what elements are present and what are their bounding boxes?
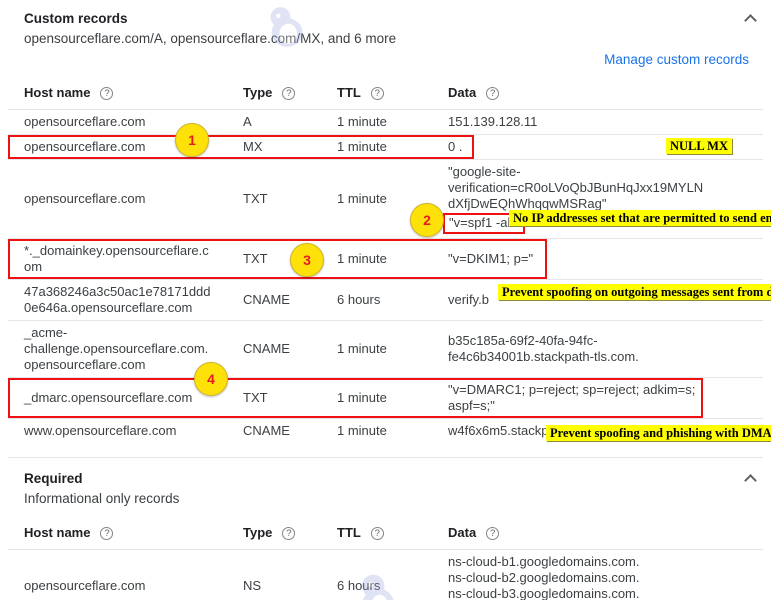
data-value: "v=DKIM1; p=" <box>448 251 710 267</box>
help-icon[interactable]: ? <box>371 527 384 540</box>
help-icon[interactable]: ? <box>100 87 113 100</box>
record-type: TXT <box>227 191 321 207</box>
record-data: "v=DMARC1; p=reject; sp=reject; adkim=s;… <box>432 382 763 414</box>
annotation-highlight-null-mx: NULL MX <box>666 138 732 154</box>
dns-records-page: Custom records opensourceflare.com/A, op… <box>0 0 771 600</box>
col-data: Data? <box>432 84 763 101</box>
col-hostname: Host name? <box>8 84 227 101</box>
custom-records-table: Host name? Type? TTL? Data? opensourcefl… <box>8 75 763 458</box>
table-row-a-record: opensourceflare.com A 1 minute 151.139.1… <box>8 109 763 134</box>
help-icon[interactable]: ? <box>486 87 499 100</box>
record-ttl: 1 minute <box>321 251 432 267</box>
data-value: b35c185a-69f2-40fa-94fc-fe4c6b34001b.sta… <box>448 333 710 365</box>
table-row-verify-cname: 47a368246a3c50ac1e78171ddd0e646a.opensou… <box>8 279 763 320</box>
table-header: Host name? Type? TTL? Data? <box>8 515 763 549</box>
col-type: Type? <box>227 84 321 101</box>
record-ttl: 6 hours <box>321 292 432 308</box>
custom-records-header: Custom records opensourceflare.com/A, op… <box>0 0 771 47</box>
record-host: _acme-challenge.opensourceflare.com.open… <box>8 325 227 373</box>
record-ttl: 1 minute <box>321 191 432 207</box>
help-icon[interactable]: ? <box>371 87 384 100</box>
help-icon[interactable]: ? <box>100 527 113 540</box>
table-header: Host name? Type? TTL? Data? <box>8 75 763 109</box>
table-row-dmarc-record: _dmarc.opensourceflare.com TXT 1 minute … <box>8 377 763 418</box>
record-host: www.opensourceflare.com <box>8 423 227 439</box>
col-type: Type? <box>227 524 321 541</box>
annotation-marker-3: 3 <box>290 243 324 277</box>
record-ttl: 6 hours <box>321 578 432 594</box>
table-row-mx-record: opensourceflare.com MX 1 minute 0 . 1 NU… <box>8 134 763 159</box>
record-type: CNAME <box>227 292 321 308</box>
help-icon[interactable]: ? <box>282 87 295 100</box>
table-row-www-cname: www.opensourceflare.com CNAME 1 minute w… <box>8 418 763 457</box>
record-ttl: 1 minute <box>321 139 432 155</box>
record-host: 47a368246a3c50ac1e78171ddd0e646a.opensou… <box>8 284 227 316</box>
col-label: Host name <box>24 525 90 540</box>
annotation-highlight-outgoing: Prevent spoofing on outgoing messages se… <box>498 284 771 300</box>
data-value: "google-site-verification=cR0oLVoQbJBunH… <box>448 164 710 212</box>
record-host: opensourceflare.com <box>8 191 227 207</box>
annotation-marker-1: 1 <box>175 123 209 157</box>
record-type: A <box>227 114 321 130</box>
annotation-marker-4: 4 <box>194 362 228 396</box>
annotation-highlight-dmarc: Prevent spoofing and phishing with DMARC <box>546 425 771 441</box>
col-hostname: Host name? <box>8 524 227 541</box>
link-row: Manage custom records <box>0 47 771 75</box>
required-header: Required Informational only records <box>0 458 771 507</box>
col-label: TTL <box>337 85 361 100</box>
data-value: ns-cloud-b1.googledomains.com. <box>448 554 759 570</box>
col-label: Type <box>243 85 272 100</box>
record-host: opensourceflare.com <box>8 578 227 594</box>
record-data: 151.139.128.11 <box>432 114 763 130</box>
record-type: CNAME <box>227 341 321 357</box>
record-ttl: 1 minute <box>321 423 432 439</box>
data-value: "v=spf1 -all" <box>449 215 518 230</box>
col-label: Data <box>448 525 476 540</box>
data-value: ns-cloud-b2.googledomains.com. <box>448 570 759 586</box>
record-type: MX <box>227 139 321 155</box>
section-subtitle: Informational only records <box>24 490 747 507</box>
col-label: Host name <box>24 85 90 100</box>
table-row-acme-cname: _acme-challenge.opensourceflare.com.open… <box>8 320 763 377</box>
col-label: Data <box>448 85 476 100</box>
annotation-marker-2: 2 <box>410 203 444 237</box>
help-icon[interactable]: ? <box>486 527 499 540</box>
col-label: TTL <box>337 525 361 540</box>
record-host: _dmarc.opensourceflare.com <box>8 390 227 406</box>
record-data: "v=DKIM1; p=" <box>432 251 763 267</box>
record-host: *._domainkey.opensourceflare.com <box>8 243 227 275</box>
manage-custom-records-link[interactable]: Manage custom records <box>604 52 749 67</box>
record-data: b35c185a-69f2-40fa-94fc-fe4c6b34001b.sta… <box>432 333 763 365</box>
record-type: TXT <box>227 390 321 406</box>
col-label: Type <box>243 525 272 540</box>
section-subtitle: opensourceflare.com/A, opensourceflare.c… <box>24 30 747 47</box>
data-value: "v=DMARC1; p=reject; sp=reject; adkim=s;… <box>448 382 710 414</box>
required-records-table: Host name? Type? TTL? Data? opensourcefl… <box>8 515 763 600</box>
data-value: 151.139.128.11 <box>448 114 710 130</box>
record-ttl: 1 minute <box>321 390 432 406</box>
data-value: ns-cloud-b3.googledomains.com. <box>448 586 759 600</box>
record-type: NS <box>227 578 321 594</box>
table-row-ns-record: opensourceflare.com NS 6 hours ns-cloud-… <box>8 549 763 600</box>
section-title: Custom records <box>24 10 747 27</box>
section-title: Required <box>24 470 747 487</box>
record-ttl: 1 minute <box>321 114 432 130</box>
help-icon[interactable]: ? <box>282 527 295 540</box>
col-data: Data? <box>432 524 763 541</box>
record-data: ns-cloud-b1.googledomains.com. ns-cloud-… <box>432 554 763 600</box>
record-ttl: 1 minute <box>321 341 432 357</box>
table-row-txt-spf-record: opensourceflare.com TXT 1 minute "google… <box>8 159 763 238</box>
table-row-dkim-record: *._domainkey.opensourceflare.com TXT 1 m… <box>8 238 763 279</box>
record-type: CNAME <box>227 423 321 439</box>
col-ttl: TTL? <box>321 524 432 541</box>
annotation-highlight-no-ip: No IP addresses set that are permitted t… <box>509 210 771 226</box>
col-ttl: TTL? <box>321 84 432 101</box>
